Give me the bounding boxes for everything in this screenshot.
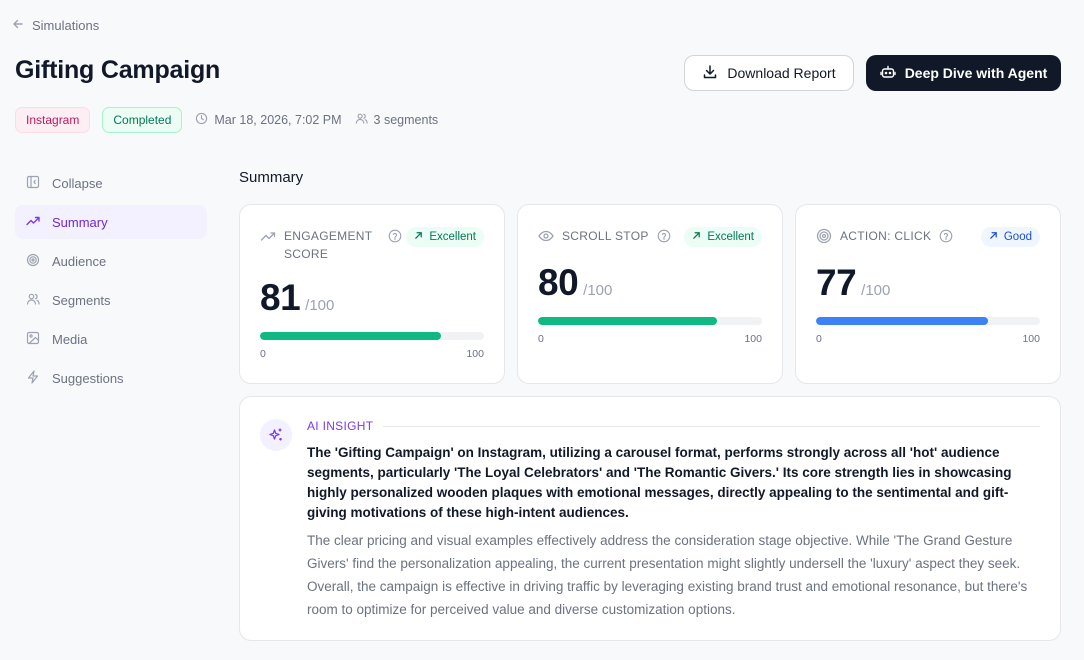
scale-max: 100: [744, 333, 762, 345]
rating-badge: Excellent: [684, 227, 762, 247]
users-icon: [355, 112, 368, 128]
sidebar-item-segments[interactable]: Segments: [15, 283, 207, 317]
scale-min: 0: [816, 333, 822, 345]
summary-heading: Summary: [239, 169, 304, 186]
metric-value: 77: [816, 262, 857, 303]
sidebar-item-audience[interactable]: Audience: [15, 244, 207, 278]
segments-text: 3 segments: [373, 113, 439, 127]
rating-text: Good: [1003, 231, 1032, 243]
help-icon[interactable]: [388, 229, 402, 243]
arrow-up-right-icon: [414, 231, 423, 243]
rating-text: Excellent: [429, 231, 476, 243]
bot-icon: [879, 64, 896, 83]
metric-denominator: /100: [305, 297, 335, 314]
metric-denominator: /100: [583, 282, 613, 299]
trending-up-icon: [26, 214, 40, 231]
arrow-left-icon: [12, 18, 24, 33]
scale-max: 100: [1022, 333, 1040, 345]
scroll-stop-card: SCROLL STOP Excellent 80 /100 0 100: [517, 204, 783, 384]
help-icon[interactable]: [657, 229, 671, 243]
metric-label: ACTION: CLICK: [840, 229, 932, 243]
metric-label: SCROLL STOP: [562, 229, 649, 243]
back-link-label: Simulations: [32, 18, 100, 33]
download-report-label: Download Report: [727, 65, 836, 81]
status-badge: Completed: [102, 107, 183, 133]
metric-value: 80: [538, 262, 579, 303]
action-click-card: ACTION: CLICK Good 77 /100 0 100: [795, 204, 1061, 384]
sidebar-item-label: Collapse: [52, 175, 103, 191]
score-bar-fill: [260, 332, 442, 340]
sidebar-item-label: Media: [52, 331, 88, 347]
date-text: Mar 18, 2026, 7:02 PM: [214, 113, 342, 127]
users-icon: [26, 292, 40, 309]
rating-badge: Excellent: [406, 227, 484, 247]
clock-icon: [195, 112, 208, 128]
back-link[interactable]: Simulations: [12, 18, 99, 33]
insight-body: The clear pricing and visual examples ef…: [307, 533, 1028, 617]
sidebar-item-suggestions[interactable]: Suggestions: [15, 361, 207, 395]
rating-badge: Good: [980, 227, 1040, 247]
sidebar-item-summary[interactable]: Summary: [15, 205, 207, 239]
page-title: Gifting Campaign: [15, 56, 221, 84]
target-icon: [26, 253, 40, 270]
score-bar: [260, 332, 484, 340]
segment-count: 3 segments: [355, 112, 439, 128]
metric-denominator: /100: [861, 282, 891, 299]
target-icon: [816, 228, 832, 244]
deep-dive-agent-label: Deep Dive with Agent: [904, 65, 1048, 81]
deep-dive-agent-button[interactable]: Deep Dive with Agent: [866, 55, 1061, 91]
insight-headline: The 'Gifting Campaign' on Instagram, uti…: [307, 445, 1012, 520]
ai-insight-card: AI INSIGHT The 'Gifting Campaign' on Ins…: [239, 396, 1061, 641]
rating-text: Excellent: [707, 231, 754, 243]
sidebar: Collapse Summary Audience Segments Media: [15, 166, 207, 400]
bolt-icon: [26, 369, 40, 387]
metric-label: ENGAGEMENT SCORE: [284, 229, 373, 261]
platform-badge: Instagram: [15, 107, 91, 133]
image-icon: [26, 331, 40, 348]
scale-max: 100: [466, 348, 484, 360]
simulation-date: Mar 18, 2026, 7:02 PM: [195, 112, 342, 128]
sidebar-item-media[interactable]: Media: [15, 322, 207, 356]
score-bar: [538, 317, 762, 325]
divider: [383, 425, 1040, 427]
ai-insight-label: AI INSIGHT: [307, 419, 374, 433]
arrow-up-right-icon: [692, 231, 701, 243]
engagement-score-card: ENGAGEMENT SCORE Excellent 81 /100 0 100: [239, 204, 505, 384]
simulation-meta: Instagram Completed Mar 18, 2026, 7:02 P…: [15, 107, 438, 133]
help-icon[interactable]: [939, 229, 953, 243]
eye-icon: [538, 228, 554, 244]
sidebar-item-label: Summary: [52, 214, 108, 230]
metric-value: 81: [260, 277, 301, 318]
score-bar-fill: [816, 317, 989, 325]
sidebar-item-label: Suggestions: [52, 370, 124, 386]
scale-min: 0: [260, 348, 266, 360]
sidebar-item-label: Audience: [52, 253, 107, 269]
trending-up-icon: [260, 228, 276, 244]
scale-min: 0: [538, 333, 544, 345]
simulation-page: Simulations Gifting Campaign Download Re…: [0, 0, 1084, 660]
sidebar-item-collapse[interactable]: Collapse: [15, 166, 207, 200]
sidebar-item-label: Segments: [52, 292, 111, 308]
score-bar-fill: [538, 317, 718, 325]
sparkles-icon: [260, 419, 292, 451]
download-report-button[interactable]: Download Report: [684, 55, 854, 91]
arrow-up-right-icon: [989, 231, 998, 243]
collapse-icon: [26, 175, 40, 192]
download-icon: [702, 64, 718, 83]
score-bar: [816, 317, 1040, 325]
